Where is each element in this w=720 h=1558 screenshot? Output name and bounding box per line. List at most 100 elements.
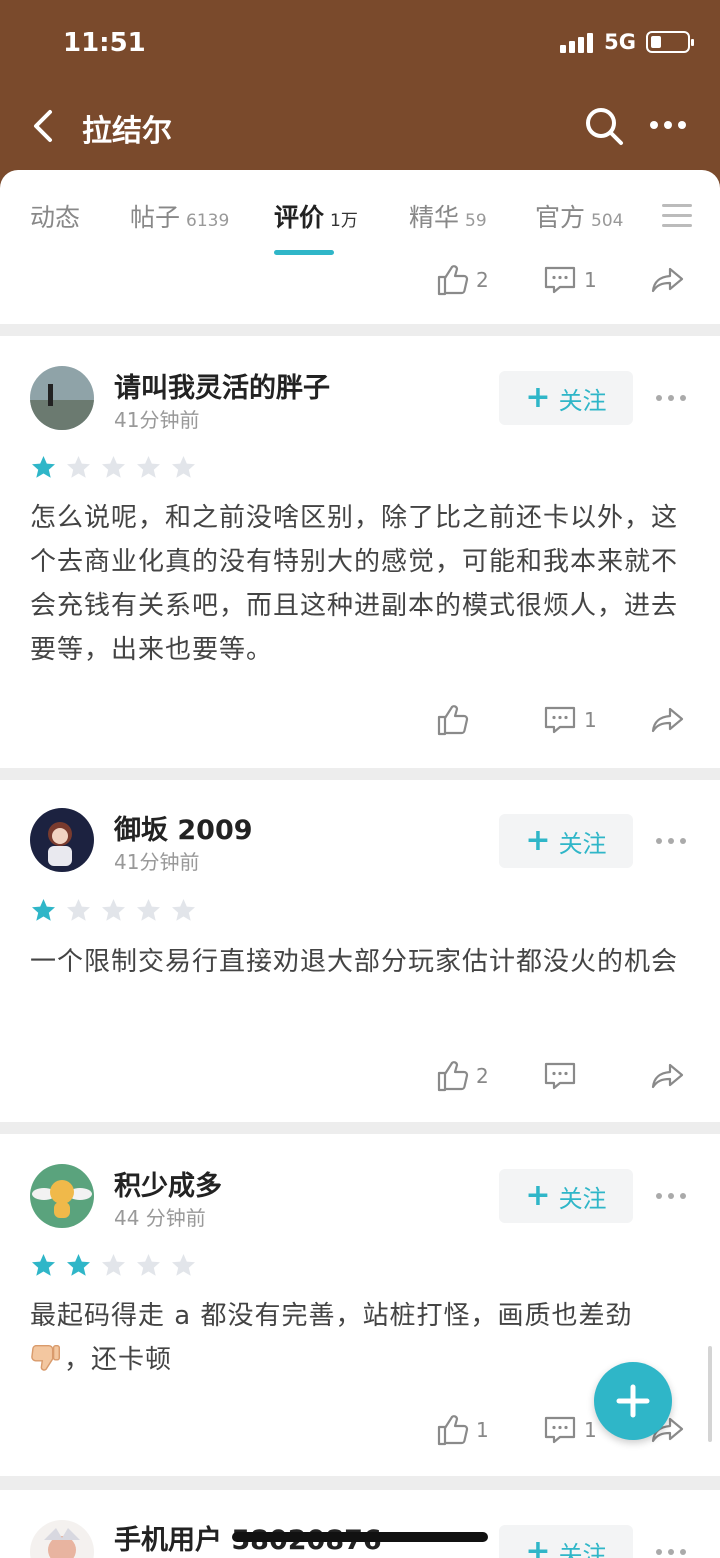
username[interactable]: 积少成多	[114, 1164, 222, 1203]
tab-count: 1万	[330, 211, 358, 231]
tab-reviews[interactable]: 评价 1万	[274, 198, 358, 234]
avatar[interactable]	[30, 1520, 94, 1558]
tab-list-menu-icon[interactable]	[662, 204, 692, 228]
like-count: 2	[476, 1064, 489, 1088]
status-time: 11:51	[63, 28, 146, 58]
more-options-icon[interactable]	[656, 1547, 686, 1557]
comment-button[interactable]: 1	[542, 700, 597, 740]
star-empty-icon	[137, 456, 160, 478]
dot-icon	[650, 121, 658, 129]
follow-label: 关注	[558, 1184, 607, 1213]
more-options-icon[interactable]	[656, 393, 686, 403]
avatar[interactable]	[30, 1164, 94, 1228]
star-empty-icon	[67, 899, 90, 921]
like-button[interactable]: 2	[434, 260, 489, 300]
star-empty-icon	[67, 456, 90, 478]
review-actions: 1	[0, 700, 720, 740]
tab-posts[interactable]: 帖子 6139	[130, 198, 229, 234]
star-empty-icon	[137, 1254, 160, 1276]
review-actions: 2 1	[0, 260, 720, 300]
plus-icon: +	[525, 823, 551, 858]
plus-icon: +	[525, 1178, 551, 1213]
tab-official[interactable]: 官方 504	[535, 198, 623, 234]
follow-label: 关注	[558, 1540, 607, 1558]
thumbs-down-emoji-icon	[31, 1344, 60, 1371]
search-button[interactable]	[582, 104, 626, 148]
home-indicator	[232, 1532, 488, 1542]
review-card-previous: 2 1	[0, 258, 720, 324]
review-card: 请叫我灵活的胖子 41分钟前 + 关注 怎么说呢，和之前没啥区别，除了比之前还卡…	[0, 336, 720, 768]
more-options-icon[interactable]	[656, 1191, 686, 1201]
star-filled-icon	[32, 456, 55, 478]
like-button[interactable]: 1	[434, 1410, 489, 1450]
comment-button[interactable]: 1	[542, 1410, 597, 1450]
star-empty-icon	[172, 899, 195, 921]
chevron-left-icon	[34, 110, 52, 142]
dot-icon	[678, 121, 686, 129]
rating-stars	[30, 1252, 197, 1279]
share-button[interactable]	[650, 700, 686, 740]
star-filled-icon	[32, 1254, 55, 1276]
more-options-icon[interactable]	[656, 836, 686, 846]
review-text-body: 最起码得走 a 都没有完善，站桩打怪，画质也差劲	[30, 1301, 633, 1331]
tab-label: 帖子	[130, 203, 181, 232]
star-filled-icon	[67, 1254, 90, 1276]
review-card: 手机用户 58020876 + 关注	[0, 1490, 720, 1558]
comment-count: 1	[584, 268, 597, 292]
share-button[interactable]	[650, 1056, 686, 1096]
avatar[interactable]	[30, 808, 94, 872]
comment-icon	[544, 1062, 576, 1090]
review-text: 一个限制交易行直接劝退大部分玩家估计都没火的机会	[30, 947, 679, 977]
tab-count: 6139	[186, 211, 230, 231]
plus-icon	[616, 1384, 650, 1418]
star-empty-icon	[102, 1254, 125, 1276]
comment-icon	[544, 706, 576, 734]
follow-button[interactable]: + 关注	[499, 814, 633, 868]
comment-icon	[544, 266, 576, 294]
write-review-fab[interactable]	[594, 1362, 672, 1440]
star-filled-icon	[32, 899, 55, 921]
username[interactable]: 请叫我灵活的胖子	[114, 366, 330, 405]
signal-icon	[560, 31, 594, 53]
review-text: 最起码得走 a 都没有完善，站桩打怪，画质也差劲 ，还卡顿	[30, 1294, 690, 1382]
rating-stars	[30, 454, 197, 481]
share-button[interactable]	[650, 260, 686, 300]
like-button[interactable]	[434, 700, 476, 740]
plus-icon: +	[525, 380, 551, 415]
network-label: 5G	[604, 30, 636, 54]
star-empty-icon	[172, 456, 195, 478]
follow-label: 关注	[558, 386, 607, 415]
comment-count: 1	[584, 708, 597, 732]
username[interactable]: 御坂 2009	[114, 808, 253, 847]
more-menu-button[interactable]	[646, 110, 690, 140]
tab-highlights[interactable]: 精华 59	[409, 198, 487, 234]
post-time: 44 分钟前	[114, 1206, 206, 1230]
star-empty-icon	[102, 456, 125, 478]
post-time: 41分钟前	[114, 408, 200, 432]
avatar[interactable]	[30, 366, 94, 430]
comment-button[interactable]: 1	[542, 260, 597, 300]
tab-dynamics[interactable]: 动态	[30, 198, 80, 234]
follow-button[interactable]: + 关注	[499, 371, 633, 425]
share-icon	[651, 267, 684, 293]
search-icon	[586, 108, 623, 145]
tab-label: 精华	[409, 203, 460, 232]
share-icon	[651, 707, 684, 733]
tab-count: 504	[591, 211, 624, 231]
thumbs-up-icon	[437, 1061, 469, 1092]
comment-icon	[544, 1416, 576, 1444]
post-time: 41分钟前	[114, 850, 200, 874]
star-empty-icon	[102, 899, 125, 921]
comment-count: 1	[584, 1418, 597, 1442]
review-text: 怎么说呢，和之前没啥区别，除了比之前还卡以外，这个去商业化真的没有特别大的感觉，…	[30, 503, 679, 665]
back-button[interactable]	[22, 104, 66, 148]
tab-label: 官方	[535, 203, 586, 232]
review-text-tail: ，还卡顿	[64, 1345, 173, 1375]
star-empty-icon	[137, 899, 160, 921]
follow-button[interactable]: + 关注	[499, 1525, 633, 1558]
comment-button[interactable]	[542, 1056, 584, 1096]
tab-bar: 动态 帖子 6139 评价 1万 精华 59 官方 504	[0, 170, 720, 258]
like-button[interactable]: 2	[434, 1056, 489, 1096]
scrollbar[interactable]	[708, 1346, 712, 1442]
follow-button[interactable]: + 关注	[499, 1169, 633, 1223]
